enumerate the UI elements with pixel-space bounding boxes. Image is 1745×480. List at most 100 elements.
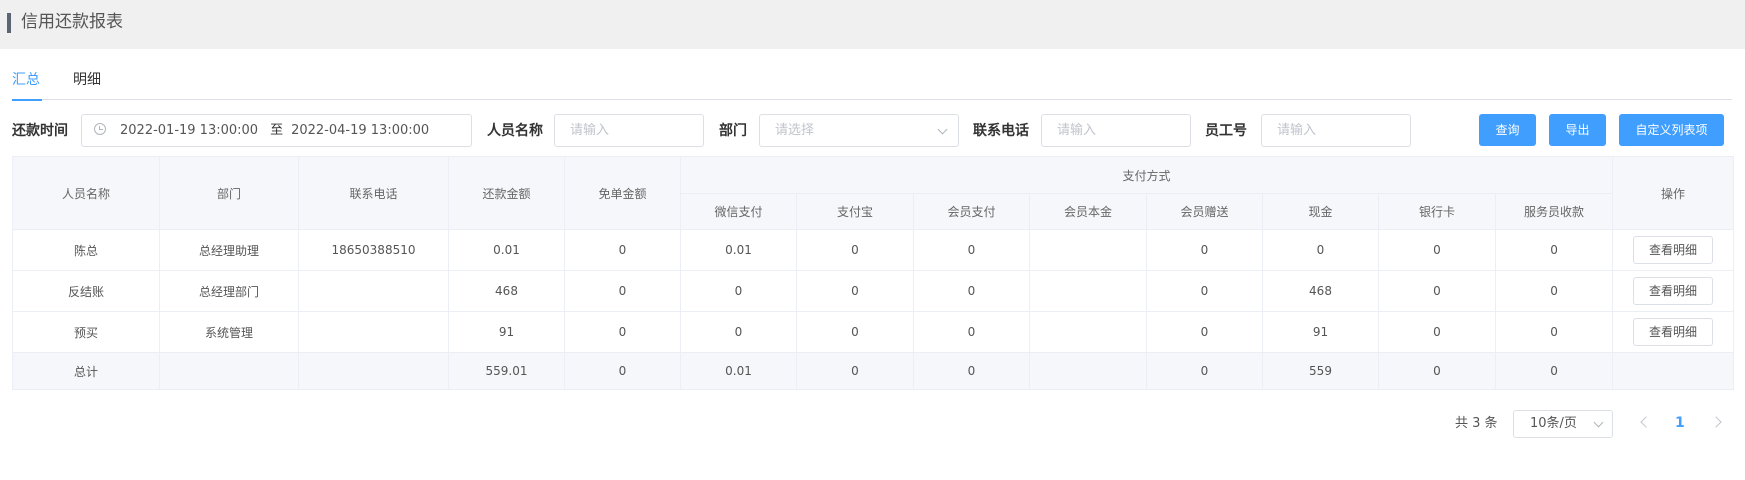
title-accent-bar — [7, 13, 11, 33]
cell-member-principal — [1029, 311, 1147, 353]
col-header-waive: 免单金额 — [564, 156, 681, 230]
pagination-total: 共 3 条 — [1455, 416, 1498, 431]
cell-action: 查看明细 — [1612, 229, 1735, 271]
cell-member-pay: 0 — [913, 311, 1030, 353]
phone-input[interactable]: 请输入 — [1041, 114, 1191, 147]
page-number-current[interactable]: 1 — [1675, 413, 1685, 433]
dept-filter-label: 部门 — [719, 123, 747, 139]
cell-action: 查看明细 — [1612, 270, 1735, 312]
empno-filter-label: 员工号 — [1205, 123, 1247, 139]
cell-wechat: 0 — [680, 311, 797, 353]
cell-member-gift: 0 — [1146, 311, 1263, 353]
page-size-select[interactable]: 10条/页 — [1513, 410, 1613, 438]
tab-bar: 汇总 明细 — [12, 66, 1732, 101]
col-header-member-pay: 会员支付 — [913, 193, 1030, 230]
cell-alipay: 0 — [796, 229, 914, 271]
cell-alipay: 0 — [796, 311, 914, 353]
cell-phone — [298, 311, 449, 353]
cell-repay: 0.01 — [448, 229, 565, 271]
table-row: 预买 系统管理 91 0 0 0 0 0 91 0 0 查看明细 — [12, 311, 1735, 353]
dept-select-placeholder: 请选择 — [775, 123, 815, 138]
total-cell-alipay: 0 — [796, 352, 914, 390]
col-header-name: 人员名称 — [12, 156, 160, 230]
cell-waive: 0 — [564, 229, 681, 271]
table-row: 陈总 总经理助理 18650388510 0.01 0 0.01 0 0 0 0… — [12, 229, 1735, 271]
total-cell-member-gift: 0 — [1146, 352, 1263, 390]
total-cell-repay: 559.01 — [448, 352, 565, 390]
page-size-value: 10条/页 — [1530, 416, 1577, 431]
view-detail-button[interactable]: 查看明细 — [1633, 236, 1714, 264]
report-table: 人员名称 部门 联系电话 还款金额 免单金额 支付方式 操作 微信支付 支付宝 … — [12, 156, 1735, 390]
total-cell-cash: 559 — [1262, 352, 1379, 390]
tab-active-indicator — [12, 99, 42, 101]
cell-phone: 18650388510 — [298, 229, 449, 271]
total-cell-wechat: 0.01 — [680, 352, 797, 390]
total-cell-waiter: 0 — [1494, 352, 1614, 390]
total-cell-waive: 0 — [564, 352, 681, 390]
cell-wechat: 0 — [680, 270, 797, 312]
cell-waiter: 0 — [1494, 270, 1614, 312]
cell-wechat: 0.01 — [680, 229, 797, 271]
dept-select[interactable]: 请选择 — [759, 114, 959, 147]
table-row: 反结账 总经理部门 468 0 0 0 0 0 468 0 0 查看明细 — [12, 270, 1735, 312]
export-button[interactable]: 导出 — [1549, 114, 1606, 146]
col-header-phone: 联系电话 — [298, 156, 449, 230]
title-bar: 信用还款报表 — [0, 0, 1745, 49]
cell-waive: 0 — [564, 270, 681, 312]
query-button[interactable]: 查询 — [1479, 114, 1536, 146]
cell-cash: 468 — [1262, 270, 1379, 312]
clock-icon — [94, 123, 106, 135]
total-cell-name: 总计 — [12, 352, 160, 390]
date-range-start[interactable]: 2022-01-19 13:00:00 — [120, 123, 258, 138]
cell-member-pay: 0 — [913, 270, 1030, 312]
cell-bank-card: 0 — [1378, 229, 1496, 271]
tab-summary-label: 汇总 — [12, 72, 40, 88]
date-range-separator: 至 — [270, 123, 284, 138]
col-header-alipay: 支付宝 — [796, 193, 914, 230]
cell-alipay: 0 — [796, 270, 914, 312]
cell-cash: 0 — [1262, 229, 1379, 271]
total-cell-dept — [159, 352, 299, 390]
name-filter-label: 人员名称 — [487, 123, 543, 139]
total-cell-phone — [298, 352, 449, 390]
total-row: 总计 559.01 0 0.01 0 0 0 559 0 0 — [12, 352, 1735, 390]
date-range-picker[interactable]: 2022-01-19 13:00:00 至 2022-04-19 13:00:00 — [81, 114, 472, 147]
name-input[interactable]: 请输入 — [554, 114, 704, 147]
cell-member-gift: 0 — [1146, 270, 1263, 312]
view-detail-button[interactable]: 查看明细 — [1633, 277, 1714, 305]
total-cell-member-pay: 0 — [913, 352, 1030, 390]
col-header-wechat: 微信支付 — [680, 193, 797, 230]
date-range-end[interactable]: 2022-04-19 13:00:00 — [291, 123, 429, 138]
col-header-payment-group: 支付方式 — [679, 156, 1614, 194]
view-detail-button[interactable]: 查看明细 — [1633, 318, 1714, 346]
cell-member-gift: 0 — [1146, 229, 1263, 271]
custom-columns-button[interactable]: 自定义列表项 — [1619, 114, 1724, 146]
empno-input[interactable]: 请输入 — [1261, 114, 1411, 147]
cell-repay: 91 — [448, 311, 565, 353]
cell-dept: 系统管理 — [159, 311, 299, 353]
tab-detail-label: 明细 — [73, 72, 101, 88]
chevron-down-icon — [1593, 417, 1604, 428]
cell-action: 查看明细 — [1612, 311, 1735, 353]
prev-page-icon[interactable] — [1640, 416, 1652, 428]
col-header-member-principal: 会员本金 — [1029, 193, 1147, 230]
chevron-down-icon — [937, 124, 948, 135]
cell-dept: 总经理部门 — [159, 270, 299, 312]
cell-cash: 91 — [1262, 311, 1379, 353]
cell-member-principal — [1029, 270, 1147, 312]
col-header-bank-card: 银行卡 — [1378, 193, 1496, 230]
cell-bank-card: 0 — [1378, 311, 1496, 353]
time-filter-label: 还款时间 — [12, 123, 68, 139]
cell-waiter: 0 — [1494, 311, 1614, 353]
cell-bank-card: 0 — [1378, 270, 1496, 312]
cell-phone — [298, 270, 449, 312]
phone-filter-label: 联系电话 — [973, 123, 1029, 139]
next-page-icon[interactable] — [1710, 416, 1722, 428]
tab-summary[interactable]: 汇总 — [12, 70, 42, 101]
cell-member-principal — [1029, 229, 1147, 271]
col-header-cash: 现金 — [1262, 193, 1379, 230]
cell-name: 陈总 — [12, 229, 160, 271]
tab-detail[interactable]: 明细 — [73, 70, 101, 90]
total-cell-action — [1612, 352, 1735, 390]
page-title: 信用还款报表 — [21, 12, 123, 32]
